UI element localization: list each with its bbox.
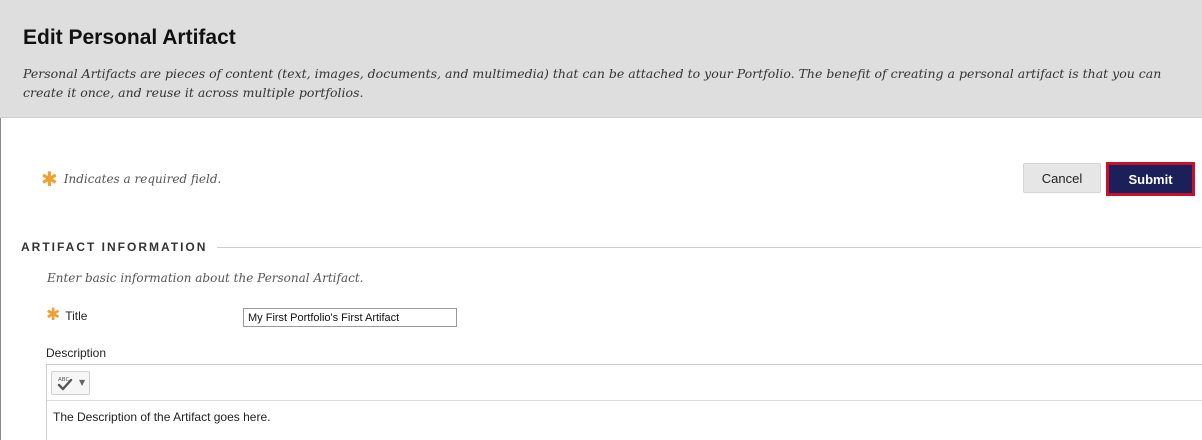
title-label-row: ✱ Title <box>46 307 87 324</box>
page-title: Edit Personal Artifact <box>23 26 236 49</box>
section-header: ARTIFACT INFORMATION <box>21 240 1201 254</box>
description-editor-body[interactable]: The Description of the Artifact goes her… <box>47 401 1202 433</box>
title-label: Title <box>65 308 88 323</box>
required-field-note: ✱ Indicates a required field. <box>41 169 221 189</box>
description-label: Description <box>46 346 107 360</box>
section-title: ARTIFACT INFORMATION <box>21 240 208 254</box>
submit-button[interactable]: Submit <box>1106 162 1195 196</box>
section-help-text: Enter basic information about the Person… <box>47 271 364 285</box>
chevron-down-icon: ▼ <box>79 378 86 387</box>
page-description: Personal Artifacts are pieces of content… <box>23 66 1162 100</box>
required-note-text: Indicates a required field. <box>63 172 222 186</box>
page-header: Edit Personal Artifact Personal Artifact… <box>0 0 1202 118</box>
required-asterisk-icon: ✱ <box>46 305 61 325</box>
spellcheck-icon: ABC <box>56 375 74 391</box>
title-input[interactable] <box>243 308 457 327</box>
spellcheck-button[interactable]: ABC ▼ <box>51 370 91 395</box>
editor-toolbar: ABC ▼ <box>47 365 1202 401</box>
description-editor: ABC ▼ The Description of the Artifact go… <box>46 364 1202 440</box>
cancel-button[interactable]: Cancel <box>1023 163 1101 193</box>
section-divider <box>217 246 1201 248</box>
asterisk-icon: ✱ <box>41 167 58 191</box>
